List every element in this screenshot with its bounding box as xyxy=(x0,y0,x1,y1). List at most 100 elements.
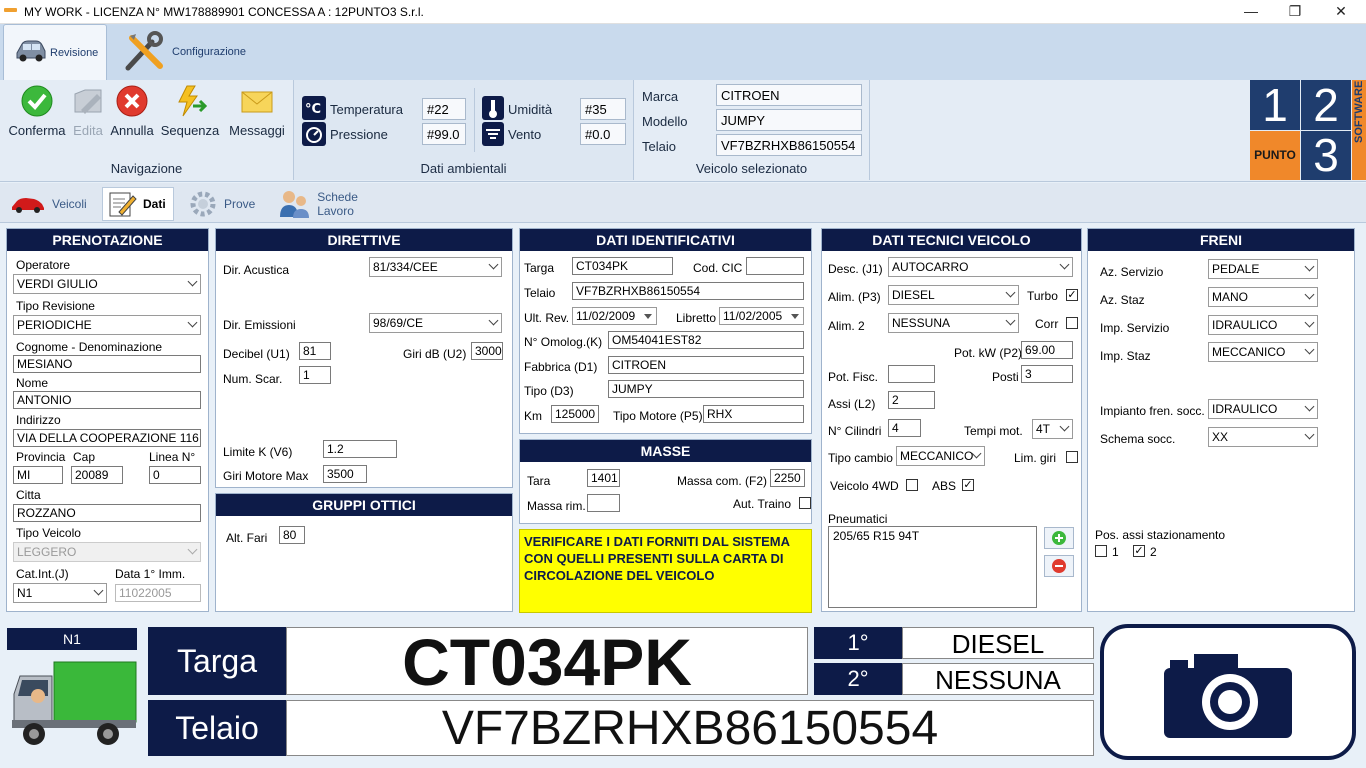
subtab-prove-label: Prove xyxy=(224,197,256,211)
potkw-input[interactable]: 69.00 xyxy=(1021,341,1073,359)
remove-tire-button[interactable] xyxy=(1044,555,1074,577)
tempi-select[interactable]: 4T xyxy=(1032,419,1073,439)
marca-value: CITROEN xyxy=(716,84,862,106)
tipo-input[interactable]: JUMPY xyxy=(608,380,804,398)
temperatura-label: Temperatura xyxy=(330,102,403,117)
acustica-select[interactable]: 81/334/CEE xyxy=(369,257,502,277)
cognome-input[interactable]: MESIANO xyxy=(13,355,201,373)
alim-select[interactable]: DIESEL xyxy=(888,285,1019,305)
messaggi-button[interactable]: Messaggi xyxy=(224,84,290,138)
alt-fari-label: Alt. Fari xyxy=(226,531,268,545)
az-servizio-label: Az. Servizio xyxy=(1100,265,1164,279)
camera-button[interactable] xyxy=(1100,624,1356,760)
tipo-revisione-label: Tipo Revisione xyxy=(16,299,95,313)
potfisc-input[interactable] xyxy=(888,365,935,383)
subtab-schede-lavoro[interactable]: Schede Lavoro xyxy=(274,187,400,221)
motore-input[interactable]: RHX xyxy=(703,405,804,423)
desc-select[interactable]: AUTOCARRO xyxy=(888,257,1073,277)
decibel-label: Decibel (U1) xyxy=(223,347,290,361)
km-input[interactable]: 125000 xyxy=(551,405,599,423)
turbo-label: Turbo xyxy=(1027,289,1058,303)
subtab-dati[interactable]: Dati xyxy=(102,187,174,221)
operatore-select[interactable]: VERDI GIULIO xyxy=(13,274,201,294)
massarim-label: Massa rim. xyxy=(527,499,586,513)
pneumatici-list[interactable]: 205/65 R15 94T xyxy=(828,526,1037,608)
traino-checkbox[interactable] xyxy=(799,497,811,509)
maximize-button[interactable]: ❐ xyxy=(1272,0,1318,24)
telaio-input[interactable]: VF7BZRHXB86150554 xyxy=(572,282,804,300)
vento-label: Vento xyxy=(508,127,542,142)
prenotazione-title: PRENOTAZIONE xyxy=(7,229,208,251)
pressione-value: #99.0 xyxy=(422,123,466,145)
indirizzo-input[interactable]: VIA DELLA COOPERAZIONE 116 xyxy=(13,429,201,447)
limgiri-checkbox[interactable] xyxy=(1066,451,1078,463)
catint-select[interactable]: N1 xyxy=(13,583,107,603)
libretto-datepicker[interactable]: 11/02/2005 xyxy=(719,307,804,325)
limite-input[interactable]: 1.2 xyxy=(323,440,397,458)
corr-checkbox[interactable] xyxy=(1066,317,1078,329)
tab-configurazione[interactable]: Configurazione xyxy=(114,24,250,80)
cilindri-input[interactable]: 4 xyxy=(888,419,921,437)
massacom-input[interactable]: 2250 xyxy=(770,469,805,487)
4wd-label: Veicolo 4WD xyxy=(830,479,899,493)
4wd-checkbox[interactable] xyxy=(906,479,918,491)
close-button[interactable]: ✕ xyxy=(1318,0,1364,24)
tara-input[interactable]: 1401 xyxy=(587,469,620,487)
freni-title: FRENI xyxy=(1088,229,1354,251)
citta-input[interactable]: ROZZANO xyxy=(13,504,201,522)
ottici-title: GRUPPI OTTICI xyxy=(216,494,512,516)
nome-input[interactable]: ANTONIO xyxy=(13,391,201,409)
targa-input[interactable]: CT034PK xyxy=(572,257,673,275)
imp-staz-select[interactable]: MECCANICO xyxy=(1208,342,1318,362)
omolog-input[interactable]: OM54041EST82 xyxy=(608,331,804,349)
fuel2-label: 2° xyxy=(814,663,902,695)
subtab-prove[interactable]: Prove xyxy=(184,187,264,221)
alim2-select[interactable]: NESSUNA xyxy=(888,313,1019,333)
assi-input[interactable]: 2 xyxy=(888,391,935,409)
massarim-input[interactable] xyxy=(587,494,620,512)
schema-socc-select[interactable]: XX xyxy=(1208,427,1318,447)
tipo-revisione-select[interactable]: PERIODICHE xyxy=(13,315,201,335)
linea-input[interactable]: 0 xyxy=(149,466,201,484)
impianto-socc-select[interactable]: IDRAULICO xyxy=(1208,399,1318,419)
pos-assi-2-checkbox[interactable]: ✓ xyxy=(1133,545,1145,557)
az-servizio-select[interactable]: PEDALE xyxy=(1208,259,1318,279)
giri-max-input[interactable]: 3500 xyxy=(323,465,367,483)
posti-input[interactable]: 3 xyxy=(1021,365,1073,383)
panel-masse: MASSE Tara 1401 Massa com. (F2) 2250 Mas… xyxy=(519,439,812,524)
minimize-button[interactable]: — xyxy=(1228,0,1274,24)
turbo-checkbox[interactable]: ✓ xyxy=(1066,289,1078,301)
add-tire-button[interactable] xyxy=(1044,527,1074,549)
abs-checkbox[interactable]: ✓ xyxy=(962,479,974,491)
cap-input[interactable]: 20089 xyxy=(71,466,123,484)
num-scar-input[interactable]: 1 xyxy=(299,366,331,384)
pos-assi-1-checkbox[interactable] xyxy=(1095,545,1107,557)
tab-revisione[interactable]: Revisione xyxy=(3,24,107,80)
emissioni-select[interactable]: 98/69/CE xyxy=(369,313,502,333)
masse-title: MASSE xyxy=(520,440,811,462)
imp-servizio-select[interactable]: IDRAULICO xyxy=(1208,315,1318,335)
car-icon xyxy=(12,198,44,213)
tipo-veicolo-select[interactable]: LEGGERO xyxy=(13,542,201,562)
modello-label: Modello xyxy=(642,114,688,129)
az-staz-select[interactable]: MANO xyxy=(1208,287,1318,307)
edita-button[interactable]: Edita xyxy=(68,84,108,138)
provincia-input[interactable]: MI xyxy=(13,466,63,484)
ultrev-datepicker[interactable]: 11/02/2009 xyxy=(572,307,657,325)
minus-icon xyxy=(1052,559,1066,573)
decibel-input[interactable]: 81 xyxy=(299,342,331,360)
potfisc-label: Pot. Fisc. xyxy=(828,370,879,384)
subtab-veicoli[interactable]: Veicoli xyxy=(6,187,92,221)
cambio-select[interactable]: MECCANICO xyxy=(896,446,985,466)
conferma-button[interactable]: Conferma xyxy=(6,84,68,138)
data-imm-input[interactable]: 11022005 xyxy=(115,584,201,602)
annulla-button[interactable]: Annulla xyxy=(108,84,156,138)
alt-fari-input[interactable]: 80 xyxy=(279,526,305,544)
fabbrica-input[interactable]: CITROEN xyxy=(608,356,804,374)
umidita-label: Umidità xyxy=(508,102,553,117)
sequenza-button[interactable]: Sequenza xyxy=(158,84,222,138)
giri-db-input[interactable]: 3000 xyxy=(471,342,503,360)
envelope-icon xyxy=(241,91,273,113)
traino-label: Aut. Traino xyxy=(733,497,792,511)
cic-input[interactable] xyxy=(746,257,804,275)
